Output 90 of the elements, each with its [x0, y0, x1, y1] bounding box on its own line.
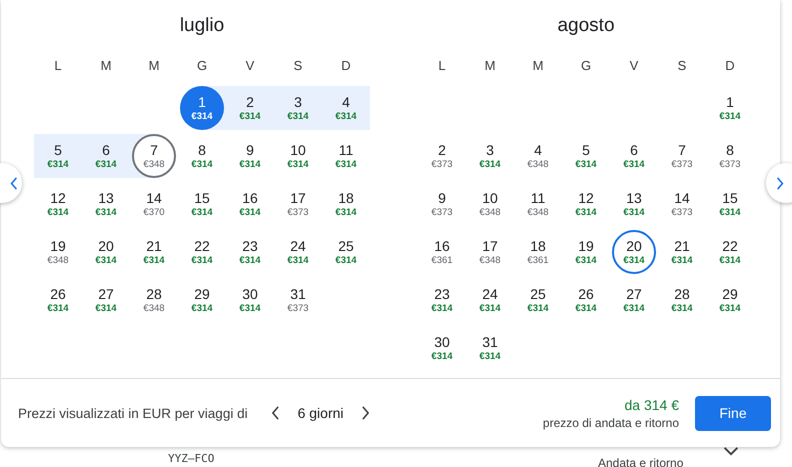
- chevron-left-icon: [10, 176, 18, 190]
- day-button[interactable]: 1 €314: [180, 86, 224, 130]
- month-title: luglio: [180, 14, 224, 38]
- day-button[interactable]: 14 €373: [660, 182, 704, 226]
- day-button[interactable]: 24 €314: [468, 278, 512, 322]
- day-button[interactable]: 3 €314: [468, 134, 512, 178]
- day-button[interactable]: 25 €314: [516, 278, 560, 322]
- day-button[interactable]: 31 €373: [276, 278, 320, 322]
- day-button[interactable]: 10 €348: [468, 182, 512, 226]
- trip-duration: 6 giorni: [298, 405, 344, 421]
- day-button[interactable]: 18 €361: [516, 230, 560, 274]
- day-button[interactable]: 20 €314: [84, 230, 128, 274]
- weekday-label: D: [341, 58, 351, 74]
- day-button[interactable]: 21 €314: [660, 230, 704, 274]
- weekday-label: M: [148, 58, 160, 74]
- weekday-label: V: [630, 58, 638, 74]
- day-button[interactable]: 16 €314: [228, 182, 272, 226]
- day-button[interactable]: 5 €314: [36, 134, 80, 178]
- weekday-label: L: [438, 58, 446, 74]
- lowest-price: da 314 €: [624, 396, 679, 412]
- day-button[interactable]: 4 €314: [324, 86, 368, 130]
- day-button[interactable]: 5 €314: [564, 134, 608, 178]
- day-button[interactable]: 8 €373: [708, 134, 752, 178]
- chevron-left-icon: [271, 406, 280, 420]
- weekday-label: V: [246, 58, 254, 74]
- day-button[interactable]: 16 €361: [420, 230, 464, 274]
- day-button[interactable]: 6 €314: [84, 134, 128, 178]
- day-button[interactable]: 29 €314: [180, 278, 224, 322]
- weekday-label: L: [54, 58, 62, 74]
- price-note: prezzo di andata e ritorno: [542, 416, 679, 430]
- day-button[interactable]: 12 €314: [36, 182, 80, 226]
- day-button[interactable]: 7 €373: [660, 134, 704, 178]
- chevron-right-icon: [776, 176, 784, 190]
- day-button[interactable]: 28 €348: [132, 278, 176, 322]
- day-button[interactable]: 15 €314: [180, 182, 224, 226]
- day-button[interactable]: 2 €373: [420, 134, 464, 178]
- weekday-label: M: [100, 58, 112, 74]
- route-text: YYZ–FCO: [168, 452, 214, 465]
- day-button[interactable]: 29 €314: [708, 278, 752, 322]
- day-button[interactable]: 6 €314: [612, 134, 656, 178]
- weekday-label: S: [294, 58, 302, 74]
- day-button[interactable]: 17 €373: [276, 182, 320, 226]
- done-button[interactable]: Fine: [695, 396, 771, 430]
- day-button[interactable]: 1 €314: [708, 86, 752, 130]
- day-button[interactable]: 9 €373: [420, 182, 464, 226]
- day-button[interactable]: 10 €314: [276, 134, 320, 178]
- weekday-label: D: [725, 58, 735, 74]
- chevron-right-icon: [361, 406, 370, 420]
- weekday-label: S: [678, 58, 686, 74]
- day-button[interactable]: 26 €314: [564, 278, 608, 322]
- chevron-down-icon[interactable]: [723, 446, 739, 456]
- day-button[interactable]: 30 €314: [228, 278, 272, 322]
- day-button[interactable]: 19 €314: [564, 230, 608, 274]
- day-button[interactable]: 4 €348: [516, 134, 560, 178]
- day-button[interactable]: 3 €314: [276, 86, 320, 130]
- day-button[interactable]: 24 €314: [276, 230, 320, 274]
- day-button[interactable]: 20 €314: [612, 230, 656, 274]
- day-button[interactable]: 11 €348: [516, 182, 560, 226]
- month-title: agosto: [557, 14, 615, 38]
- day-button[interactable]: 15 €314: [708, 182, 752, 226]
- weekday-label: M: [532, 58, 544, 74]
- day-button[interactable]: 22 €314: [708, 230, 752, 274]
- day-button[interactable]: 13 €314: [612, 182, 656, 226]
- day-button[interactable]: 18 €314: [324, 182, 368, 226]
- day-button[interactable]: 27 €314: [612, 278, 656, 322]
- day-button[interactable]: 8 €314: [180, 134, 224, 178]
- day-button[interactable]: 17 €348: [468, 230, 512, 274]
- day-button[interactable]: 7 €348: [132, 134, 176, 178]
- day-button[interactable]: 14 €370: [132, 182, 176, 226]
- day-button[interactable]: 11 €314: [324, 134, 368, 178]
- day-button[interactable]: 22 €314: [180, 230, 224, 274]
- day-button[interactable]: 27 €314: [84, 278, 128, 322]
- day-button[interactable]: 23 €314: [420, 278, 464, 322]
- day-button[interactable]: 12 €314: [564, 182, 608, 226]
- weekday-label: M: [484, 58, 496, 74]
- day-button[interactable]: 28 €314: [660, 278, 704, 322]
- day-button[interactable]: 26 €314: [36, 278, 80, 322]
- weekday-label: G: [196, 58, 208, 74]
- day-button[interactable]: 30 €314: [420, 326, 464, 370]
- footer-label: Prezzi visualizzati in EUR per viaggi di: [18, 406, 248, 420]
- day-button[interactable]: 23 €314: [228, 230, 272, 274]
- day-button[interactable]: 9 €314: [228, 134, 272, 178]
- day-button[interactable]: 21 €314: [132, 230, 176, 274]
- day-button[interactable]: 19 €348: [36, 230, 80, 274]
- day-button[interactable]: 31 €314: [468, 326, 512, 370]
- day-button[interactable]: 2 €314: [228, 86, 272, 130]
- weekday-label: G: [580, 58, 592, 74]
- trip-type-text: Andata e ritorno: [598, 456, 684, 467]
- day-button[interactable]: 13 €314: [84, 182, 128, 226]
- day-button[interactable]: 25 €314: [324, 230, 368, 274]
